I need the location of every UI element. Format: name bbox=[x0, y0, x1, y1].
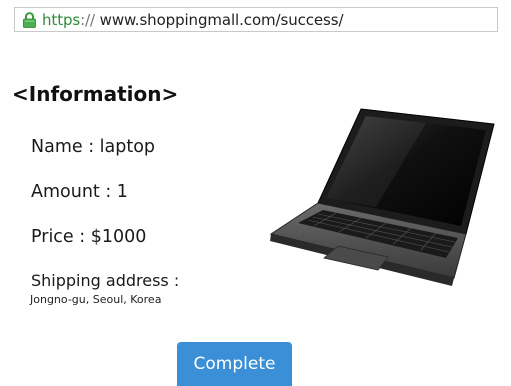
shipping-address-value: Jongno-gu, Seoul, Korea bbox=[30, 293, 162, 306]
laptop-image bbox=[266, 106, 496, 300]
complete-button[interactable]: Complete bbox=[177, 342, 292, 386]
product-name: Name : laptop bbox=[31, 137, 156, 157]
product-amount: Amount : 1 bbox=[31, 182, 128, 202]
product-price: Price : $1000 bbox=[31, 227, 147, 247]
page: https:// www.shoppingmall.com/success/ <… bbox=[0, 0, 511, 386]
url-host-path: www.shoppingmall.com/success/ bbox=[94, 10, 344, 29]
address-url: https:// www.shoppingmall.com/success/ bbox=[42, 10, 344, 29]
url-separator: :// bbox=[80, 10, 95, 29]
address-bar[interactable]: https:// www.shoppingmall.com/success/ bbox=[14, 7, 498, 32]
url-scheme: https bbox=[42, 10, 81, 29]
shipping-address-label: Shipping address : bbox=[31, 271, 180, 290]
information-heading: <Information> bbox=[12, 82, 179, 106]
lock-icon bbox=[22, 11, 37, 28]
